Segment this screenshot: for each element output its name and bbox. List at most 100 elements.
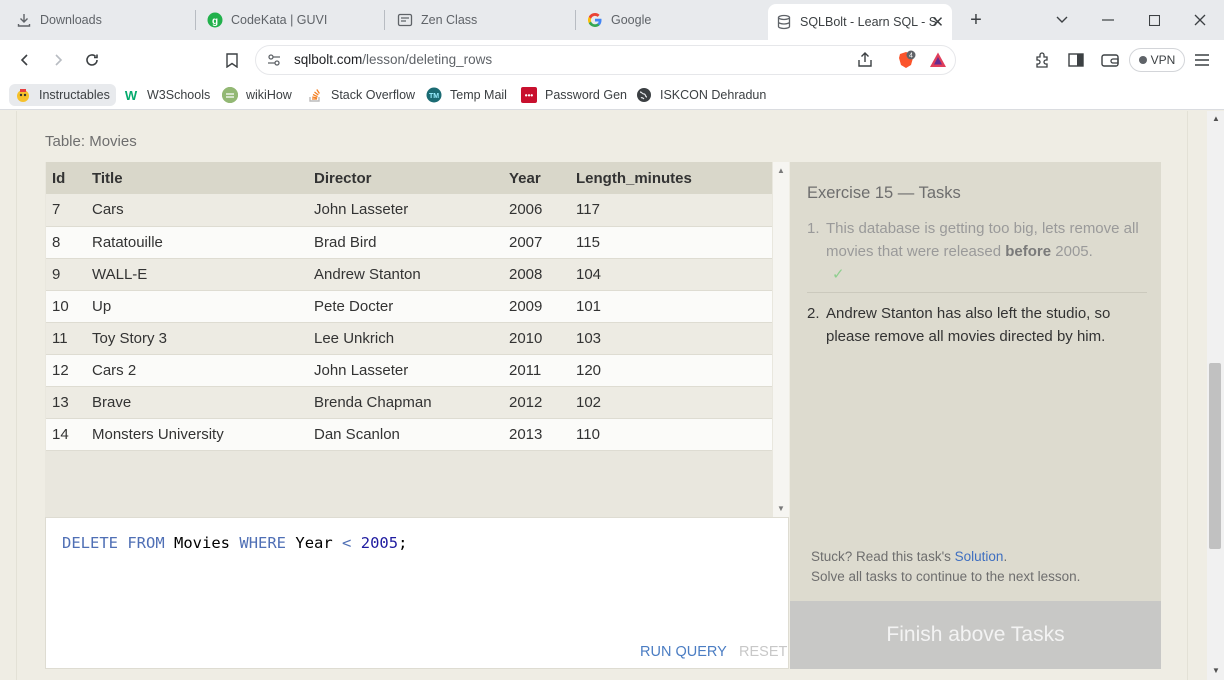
download-icon [16,12,32,28]
zen-icon [397,12,413,28]
site-settings-icon[interactable] [266,52,282,73]
scrollbar-thumb[interactable] [1209,363,1221,549]
forward-button[interactable] [46,48,70,72]
table-cell: 2006 [503,194,570,227]
table-cell: 103 [570,322,772,355]
menu-icon[interactable] [1190,48,1214,72]
results-table-container: Id Title Director Year Length_minutes 7C… [45,162,789,517]
new-tab-button[interactable]: + [962,8,990,32]
table-cell: 2008 [503,258,570,291]
tasks-panel: Exercise 15 — Tasks 1. This database is … [790,162,1161,601]
tab-label: Zen Class [421,13,478,27]
extensions-icon[interactable] [1031,48,1055,72]
table-cell: Up [86,290,308,323]
table-cell: 115 [570,226,772,259]
scroll-down-icon[interactable]: ▼ [777,504,785,513]
bookmark-label: Temp Mail [450,88,507,102]
tab-zen-class[interactable]: Zen Class [397,6,477,34]
table-cell: 104 [570,258,772,291]
table-cell: 9 [46,258,86,291]
back-button[interactable] [13,48,37,72]
table-cell: 8 [46,226,86,259]
bookmark-label: Password Gen [545,88,627,102]
bookmark-icon[interactable] [220,48,244,72]
tab-label: SQLBolt - Learn SQL - S [800,15,938,29]
reload-button[interactable] [80,48,104,72]
w3schools-icon: W [123,87,139,103]
table-cell: 14 [46,418,86,451]
table-cell: 120 [570,354,772,387]
bookmark-w3schools[interactable]: W W3Schools [123,84,210,106]
scroll-up-icon[interactable]: ▲ [1212,114,1220,123]
minimize-button[interactable] [1094,8,1122,32]
table-row: 11 Toy Story 3 Lee Unkrich 2010 103 [46,322,772,355]
table-row: 9 WALL-E Andrew Stanton 2008 104 [46,258,772,291]
table-cell: Pete Docter [308,290,503,323]
table-cell: 117 [570,194,772,227]
table-cell: Brave [86,386,308,419]
tab-separator [195,10,196,30]
tab-codekata[interactable]: g CodeKata | GUVI [207,6,327,34]
run-query-button[interactable]: RUN QUERY [640,644,727,660]
bookmark-label: wikiHow [246,88,292,102]
task-item-pending: 2. Andrew Stanton has also left the stud… [807,305,1111,345]
table-cell: 2013 [503,418,570,451]
scroll-down-icon[interactable]: ▼ [1212,666,1220,675]
close-tab-icon[interactable]: ✕ [931,13,944,31]
bookmark-label: Instructables [39,88,110,102]
sidebar-icon[interactable] [1064,48,1088,72]
tab-search-chevron-icon[interactable] [1048,8,1076,32]
brave-shields-icon[interactable]: 4 [896,50,916,75]
table-cell: 101 [570,290,772,323]
reset-button[interactable]: RESET [739,644,787,660]
column-header: Director [308,162,503,194]
table-cell: Cars 2 [86,354,308,387]
table-scrollbar[interactable]: ▲ ▼ [773,162,789,517]
table-cell: 2009 [503,290,570,323]
google-icon [587,12,603,28]
table-cell: Brad Bird [308,226,503,259]
instructables-icon [15,87,31,103]
close-window-button[interactable] [1186,8,1214,32]
address-bar[interactable]: sqlbolt.com/lesson/deleting_rows 4 [255,45,956,75]
table-cell: Monsters University [86,418,308,451]
table-label: Table: Movies [45,133,137,150]
tab-sqlbolt[interactable]: SQLBolt - Learn SQL - S ✕ [768,4,952,40]
tab-label: Google [611,13,652,27]
vpn-button[interactable]: VPN [1129,48,1185,72]
bookmark-instructables[interactable]: Instructables [9,84,116,106]
tab-separator [384,10,385,30]
table-cell: Ratatouille [86,226,308,259]
table-cell: 13 [46,386,86,419]
table-cell: Lee Unkrich [308,322,503,355]
table-row: 8 Ratatouille Brad Bird 2007 115 [46,226,772,259]
solution-link[interactable]: Solution [955,549,1004,564]
wallet-icon[interactable] [1098,48,1122,72]
table-row: 13 Brave Brenda Chapman 2012 102 [46,386,772,419]
scroll-up-icon[interactable]: ▲ [777,166,785,175]
password-gen-icon: ••• [521,87,537,103]
query-text[interactable]: DELETE FROM Movies WHERE Year < 2005; [62,534,407,552]
help-text: Stuck? Read this task's Solution. Solve … [811,549,1081,584]
table-row: 7 Cars John Lasseter 2006 117 [46,194,772,227]
bookmark-wikihow[interactable]: wikiHow [222,84,292,106]
bookmark-iskcon-dehradun[interactable]: ISKCON Dehradun [636,84,766,106]
bookmark-label: W3Schools [147,88,211,102]
table-cell: 11 [46,322,86,355]
tab-google[interactable]: Google [587,6,651,34]
task-item-completed: 1. This database is getting too big, let… [807,217,1147,293]
wikihow-icon [222,87,238,103]
page-scrollbar[interactable]: ▲ ▼ [1207,111,1224,680]
tab-downloads[interactable]: Downloads [16,6,102,34]
bookmark-stack-overflow[interactable]: Stack Overflow [307,84,415,106]
table-cell: John Lasseter [308,194,503,227]
bookmark-label: Stack Overflow [331,88,416,102]
share-icon[interactable] [856,51,874,74]
bookmark-password-gen[interactable]: ••• Password Gen [521,84,627,106]
column-header: Id [46,162,86,194]
maximize-button[interactable] [1140,8,1168,32]
table-cell: 12 [46,354,86,387]
sql-editor[interactable]: DELETE FROM Movies WHERE Year < 2005; RU… [45,517,789,669]
bookmark-temp-mail[interactable]: TM Temp Mail [426,84,507,106]
brave-rewards-icon[interactable] [929,51,947,74]
